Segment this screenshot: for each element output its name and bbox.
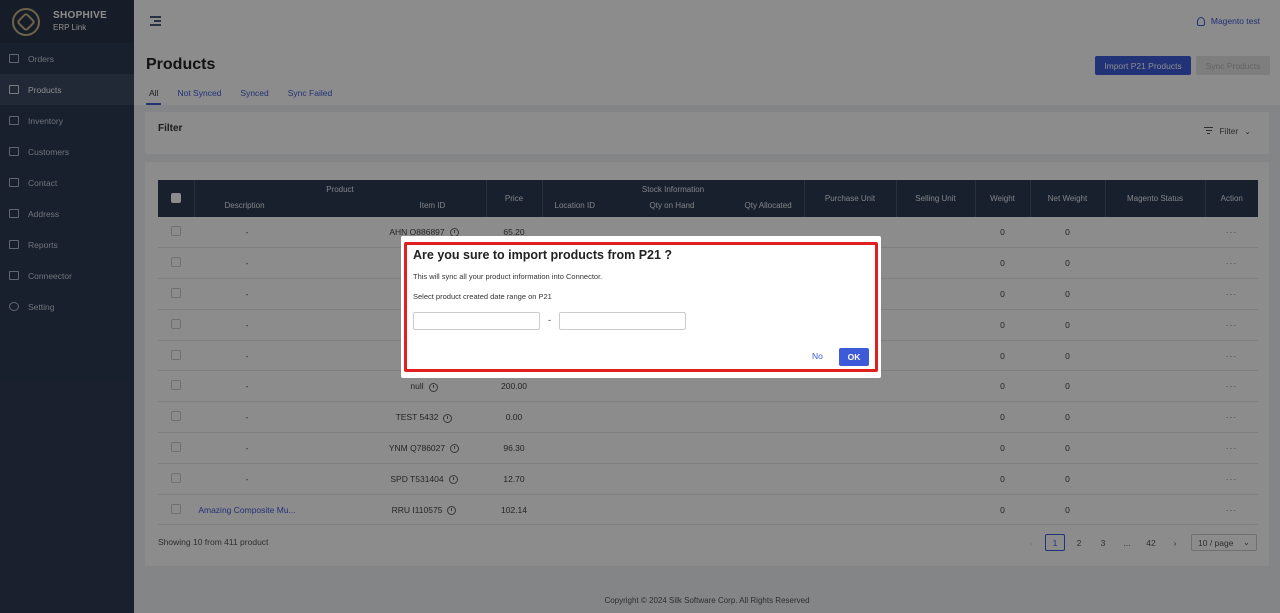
start-date-input[interactable] — [413, 312, 540, 330]
dialog-message: This will sync all your product informat… — [413, 272, 603, 281]
ok-button[interactable]: OK — [839, 348, 869, 366]
no-button[interactable]: No — [812, 351, 823, 361]
dialog-title: Are you sure to import products from P21… — [413, 248, 673, 262]
date-range-label: Select product created date range on P21 — [413, 292, 552, 301]
end-date-input[interactable] — [559, 312, 686, 330]
import-confirm-dialog: Are you sure to import products from P21… — [401, 236, 881, 378]
date-range-separator: - — [548, 315, 551, 325]
